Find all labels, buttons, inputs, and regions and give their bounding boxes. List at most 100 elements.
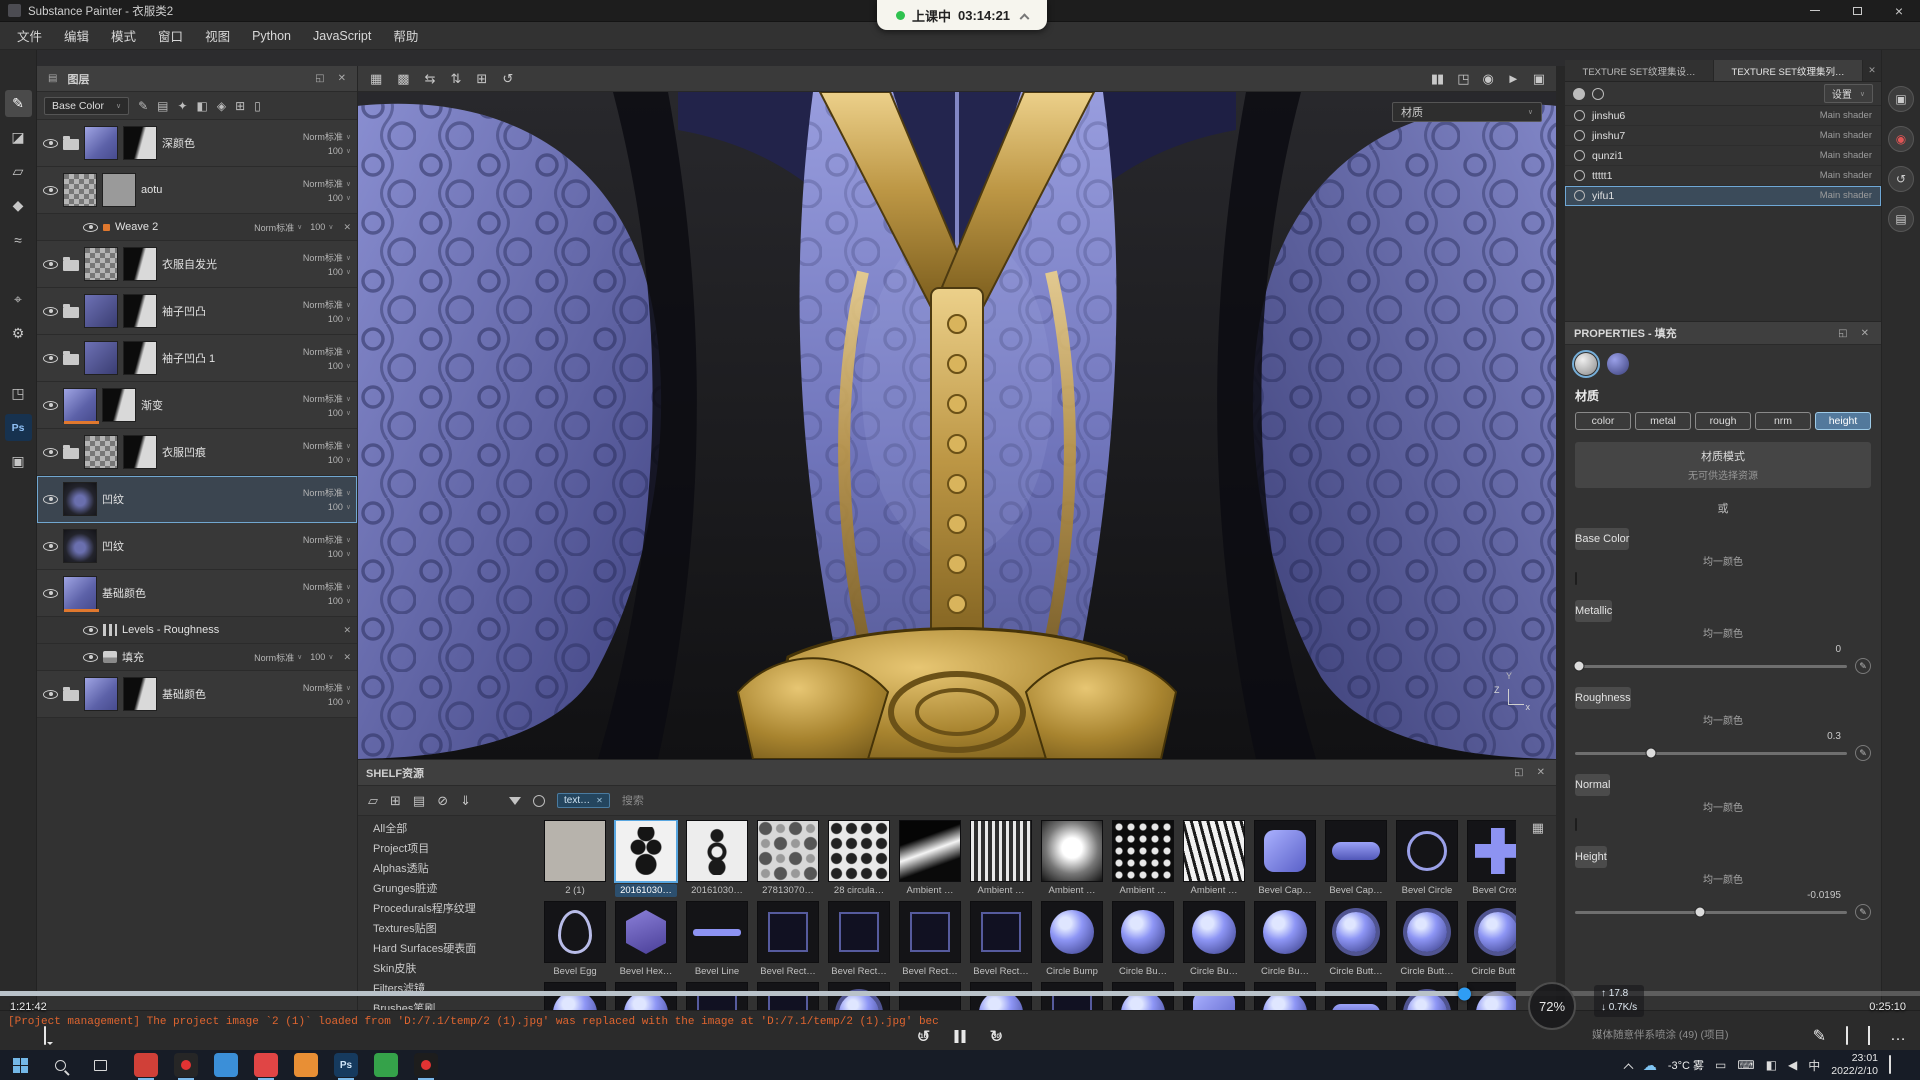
shelf-item[interactable] <box>1041 982 1103 1010</box>
texture-atlas-icon[interactable]: ▦ <box>370 71 381 87</box>
screens-icon[interactable]: ▣ <box>1888 86 1914 112</box>
shelf-category[interactable]: Project项目 <box>364 838 438 858</box>
menu-item[interactable]: 模式 <box>100 26 147 45</box>
delete-layer-icon[interactable]: ▯ <box>254 99 261 113</box>
shelf-item[interactable] <box>615 982 677 1010</box>
shelf-item[interactable] <box>899 982 961 1010</box>
layer-row[interactable]: Levels - Roughness ∨ ∨ ✕ <box>37 617 357 644</box>
axis-gizmo[interactable]: Y Z x <box>1494 679 1528 709</box>
shelf-item[interactable]: Bevel Cross <box>1467 820 1516 897</box>
grid-view-icon[interactable]: ▦ <box>1532 820 1544 836</box>
edit-value-icon[interactable]: ✎ <box>1855 658 1871 674</box>
taskbar-app-photoshop[interactable]: Ps <box>334 1053 358 1077</box>
blend-mode-dropdown[interactable]: Norm标准 ∨ <box>254 221 302 234</box>
layer-name[interactable]: 基础颜色 <box>102 585 146 601</box>
blend-mode-dropdown[interactable]: Norm标准 ∨ <box>303 251 351 264</box>
shelf-item[interactable]: Bevel Egg <box>544 901 606 978</box>
material-mode-box[interactable]: 材质模式 无可供选择资源 <box>1575 442 1871 488</box>
menu-item[interactable]: JavaScript <box>302 29 382 43</box>
input-method-indicator[interactable]: 中 <box>1808 1057 1820 1074</box>
layer-mask-thumbnail[interactable] <box>123 294 157 328</box>
shelf-category[interactable]: Skin皮肤 <box>364 958 425 978</box>
shader-assignment[interactable]: Main shader <box>1820 190 1872 201</box>
shelf-category[interactable]: Hard Surfaces硬表面 <box>364 938 485 958</box>
layer-row[interactable]: 袖子凹凸 1 Norm标准 ∨ 100 ∨ ✕ <box>37 335 357 382</box>
taskbar-app-record[interactable] <box>414 1053 438 1077</box>
mirror-x-icon[interactable]: ⇆ <box>425 71 435 87</box>
menu-item[interactable]: 帮助 <box>382 26 429 45</box>
blend-mode-dropdown[interactable]: Norm标准 ∨ <box>303 681 351 694</box>
shader-assignment[interactable]: Main shader <box>1820 170 1872 181</box>
maximize-button[interactable] <box>1836 0 1878 21</box>
layer-thumbnail[interactable] <box>63 529 97 563</box>
rewind-10-button[interactable]: ↺10 <box>917 1028 931 1045</box>
shelf-item[interactable]: 20161030… <box>615 820 677 897</box>
photoshop-plugin-icon[interactable]: Ps <box>5 414 32 441</box>
panel-menu-icon[interactable]: ▤ <box>45 73 60 84</box>
layer-mask-thumbnail[interactable] <box>123 435 157 469</box>
display-settings-icon[interactable]: ◳ <box>5 380 32 407</box>
blend-mode-dropdown[interactable]: Norm标准 ∨ <box>303 177 351 190</box>
shelf-item[interactable]: Circle Butt… <box>1396 901 1458 978</box>
taskbar-app-green[interactable] <box>374 1053 398 1077</box>
shelf-item[interactable] <box>1325 982 1387 1010</box>
edit-value-icon[interactable]: ✎ <box>1855 904 1871 920</box>
slider-handle[interactable] <box>1646 748 1657 759</box>
opacity-dropdown[interactable]: 100 ∨ <box>310 222 333 232</box>
visibility-eye-icon[interactable] <box>43 260 58 269</box>
texture-set-row[interactable]: jinshu7 Main shader <box>1565 126 1881 146</box>
layer-mask-thumbnail[interactable] <box>102 173 136 207</box>
visibility-eye-icon[interactable] <box>43 542 58 551</box>
channel-chip[interactable]: rough <box>1695 412 1751 430</box>
channel-slider[interactable]: ✎ <box>1575 658 1871 674</box>
tray-expand-icon[interactable] <box>1623 1063 1633 1073</box>
shelf-category[interactable]: Procedurals程序纹理 <box>364 898 485 918</box>
reset-view-icon[interactable]: ↺ <box>502 71 512 87</box>
channel-fill-mode[interactable]: 均一颜色 <box>1575 622 1871 644</box>
add-folder-icon[interactable]: ⊞ <box>390 793 401 809</box>
channel-section-header[interactable]: Metallic <box>1575 600 1612 622</box>
blend-mode-dropdown[interactable]: Norm标准 ∨ <box>303 439 351 452</box>
shelf-category[interactable]: All全部 <box>364 818 416 838</box>
layer-row[interactable]: 袖子凹凸 Norm标准 ∨ 100 ∨ ✕ <box>37 288 357 335</box>
zoom-level-badge[interactable]: 72% <box>1528 982 1576 1030</box>
more-button[interactable]: … <box>1890 1027 1906 1045</box>
blend-mode-dropdown[interactable]: Norm标准 ∨ <box>303 345 351 358</box>
layer-row[interactable]: aotu Norm标准 ∨ 100 ∨ ✕ <box>37 167 357 214</box>
render-icon[interactable]: ► <box>1507 71 1519 87</box>
shelf-item[interactable]: Circle Butt… <box>1325 901 1387 978</box>
close-tab-icon[interactable]: ✕ <box>1863 60 1881 81</box>
panel-divider[interactable] <box>1556 66 1565 1010</box>
channel-chip[interactable]: nrm <box>1755 412 1811 430</box>
class-timer-overlay[interactable]: 上课中 03:14:21 <box>877 0 1047 30</box>
volume-icon[interactable]: ◀ <box>1788 1058 1797 1072</box>
channel-fill-mode[interactable]: 均一颜色 <box>1575 550 1871 572</box>
shelf-item[interactable]: Bevel Cap… <box>1325 820 1387 897</box>
blend-mode-dropdown[interactable]: Norm标准 ∨ <box>303 533 351 546</box>
weather-cloud-icon[interactable]: ☁ <box>1643 1057 1657 1074</box>
shader-dropdown[interactable]: 材质 ∨ <box>1392 102 1542 122</box>
keyboard-button[interactable] <box>1846 1027 1848 1045</box>
channel-section-header[interactable]: Roughness <box>1575 687 1631 709</box>
layer-row[interactable]: 渐变 Norm标准 ∨ 100 ∨ ✕ <box>37 382 357 429</box>
start-button[interactable] <box>0 1050 40 1080</box>
shelf-category[interactable]: Brushes笔刷 <box>364 998 444 1010</box>
shelf-category[interactable]: Alphas透贴 <box>364 858 438 878</box>
brush-icon[interactable]: ✦ <box>177 99 187 113</box>
smudge-tool[interactable]: ≈ <box>5 226 32 253</box>
stamp-icon[interactable]: ▤ <box>157 99 168 113</box>
texture-set-row[interactable]: ttttt1 Main shader <box>1565 166 1881 186</box>
slider-handle[interactable] <box>1695 907 1706 918</box>
layer-thumbnail[interactable] <box>84 247 118 281</box>
blend-mode-dropdown[interactable]: Norm标准 ∨ <box>254 651 302 664</box>
close-button[interactable]: × <box>1878 0 1920 21</box>
visibility-eye-icon[interactable] <box>83 223 98 232</box>
tab-texture-set-settings[interactable]: TEXTURE SET纹理集设… <box>1565 60 1714 81</box>
channel-fill-mode[interactable]: 均一颜色 <box>1575 868 1871 890</box>
shelf-item[interactable]: Bevel Rect… <box>757 901 819 978</box>
material-fill-toggle[interactable] <box>1607 353 1629 375</box>
opacity-dropdown[interactable]: 100 ∨ <box>328 408 351 418</box>
shelf-item[interactable]: Bevel Line <box>686 901 748 978</box>
eraser-tool[interactable]: ◪ <box>5 124 32 151</box>
popout-icon[interactable]: ◱ <box>1835 328 1850 339</box>
